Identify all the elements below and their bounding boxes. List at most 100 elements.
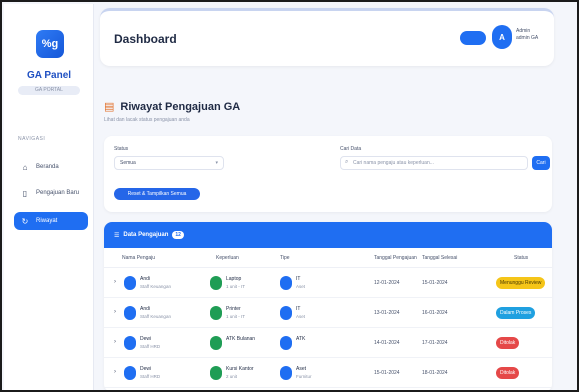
submit-date: 13-01-2024 [374,310,400,316]
item-detail: 1 unit - IT [226,314,246,319]
search-label: Cari Data [340,146,362,152]
item-name: ATK Bulanan [226,336,256,342]
submit-date: 15-01-2024 [374,370,400,376]
status-badge: Menunggu Review [496,277,546,289]
item-icon [210,366,222,380]
table-column-headers: Nama Pengaju Keperluan Tipe Tanggal Peng… [104,248,552,268]
count-badge: 12 [172,231,184,239]
page-title: Dashboard [114,32,177,46]
history-icon: ↻ [21,216,29,226]
document-icon: ▯ [22,188,28,198]
brand-name: GA Panel [26,70,72,81]
sidebar-item-riwayat[interactable]: ↻ Riwayat [14,212,88,230]
section-title: Riwayat Pengajuan GA [120,100,241,113]
logo-icon: %g [36,30,64,58]
column-header[interactable]: Tipe [280,255,290,261]
type-detail: Aset [296,314,306,319]
main-content: Dashboard A Admin admin GA ▤ Riwayat Pen… [94,4,577,390]
sidebar-item-label: Riwayat [36,218,58,224]
type-detail: Aset [296,284,306,289]
requester-role: Staff Keuangan [140,284,171,289]
table-row[interactable]: › Dewi Staff HRD ATK Bulanan ATK 14-01-2024 17… [104,328,552,358]
requester-name: Andi [140,306,151,312]
home-icon: ⌂ [22,162,28,172]
item-icon [210,306,222,320]
status-badge: Ditolak [496,337,520,349]
column-header[interactable]: Keperluan [216,255,239,261]
type-name: IT [296,276,301,282]
type-detail: Furnitur [296,374,312,379]
requests-table: ☰ Data Pengajuan 12 Nama Pengaju Keperlu… [104,222,552,390]
sidebar-item-pengajuan-baru[interactable]: ▯ Pengajuan Baru [14,184,88,202]
clipboard-icon: ▤ [104,101,115,113]
user-role: admin GA [516,35,539,41]
submit-date: 14-01-2024 [374,340,400,346]
chevron-right-icon[interactable]: › [114,279,116,285]
requester-name: Dewi [140,366,152,372]
item-icon [210,276,222,290]
requester-role: Staff HRD [140,344,161,349]
search-placeholder: Cari nama pengaju atau keperluan... [353,160,434,166]
column-header[interactable]: Tanggal Pengajuan [374,255,417,261]
type-name: IT [296,306,301,312]
status-badge: Dalam Proses [496,307,536,319]
finish-date: 16-01-2024 [422,310,448,316]
item-name: Laptop [226,276,242,282]
search-icon: ⌕ [345,159,349,165]
page-header: ▤ Riwayat Pengajuan GA Lihat dan lacak s… [104,100,241,124]
search-button[interactable]: Cari [532,156,550,170]
item-detail: 2 unit [226,374,238,379]
sidebar-item-beranda[interactable]: ⌂ Beranda [14,158,88,176]
user-info: Admin admin GA [516,28,538,42]
column-header[interactable]: Nama Pengaju [122,255,155,261]
requester-name: Andi [140,276,151,282]
type-icon [280,366,292,380]
chevron-right-icon[interactable]: › [114,339,116,345]
item-name: Kursi Kantor [226,366,254,372]
finish-date: 18-01-2024 [422,370,448,376]
app-window: %g GA Panel GA PORTAL NAVIGASI ⌂ Beranda… [0,0,579,392]
item-detail: 1 unit - IT [226,284,246,289]
column-header[interactable]: Tanggal Selesai [422,255,457,261]
section-subtitle: Lihat dan lacak status pengajuan anda [104,117,190,123]
user-icon [124,276,136,290]
chevron-right-icon[interactable]: › [114,369,116,375]
chevron-right-icon[interactable]: › [114,309,116,315]
avatar[interactable]: A [492,25,512,49]
item-name: Printer [226,306,241,312]
table-row[interactable]: › Andi Staff Keuangan Laptop 1 unit - IT IT As… [104,268,552,298]
table-body: › Andi Staff Keuangan Laptop 1 unit - IT IT As… [104,268,552,388]
type-icon [280,276,292,290]
status-filter-select[interactable]: Semua ▾ [114,156,224,170]
status-filter-label: Status [114,146,129,152]
requester-name: Dewi [140,336,152,342]
menu-section-title: NAVIGASI [18,136,46,142]
table-row[interactable]: › Andi Staff Keuangan Printer 1 unit - IT IT A… [104,298,552,328]
finish-date: 15-01-2024 [422,280,448,286]
type-icon [280,336,292,350]
filter-card: Status Semua ▾ Cari Data ⌕ Cari nama pen… [104,136,552,212]
chevron-down-icon: ▾ [215,160,218,166]
finish-date: 17-01-2024 [422,340,448,346]
search-input[interactable]: ⌕ Cari nama pengaju atau keperluan... [340,156,528,170]
theme-toggle[interactable] [460,31,486,45]
status-badge: Ditolak [496,367,520,379]
table-row[interactable]: › Dewi Staff HRD Kursi Kantor 2 unit Aset Furn… [104,358,552,388]
table-title: Data Pengajuan [123,232,169,238]
reset-button[interactable]: Reset & Tampilkan Semua [114,188,200,200]
sidebar-item-label: Pengajuan Baru [36,190,80,196]
column-header[interactable]: Status [514,255,528,261]
list-icon: ☰ [114,232,120,239]
user-name: Admin [516,28,531,34]
user-icon [124,366,136,380]
item-icon [210,336,222,350]
submit-date: 12-01-2024 [374,280,400,286]
type-icon [280,306,292,320]
table-header-bar: ☰ Data Pengajuan 12 [104,222,552,248]
user-icon [124,336,136,350]
sidebar-item-label: Beranda [36,164,59,170]
requester-role: Staff Keuangan [140,314,171,319]
user-icon [124,306,136,320]
type-name: Aset [296,366,307,372]
sidebar: %g GA Panel GA PORTAL NAVIGASI ⌂ Beranda… [4,4,94,390]
